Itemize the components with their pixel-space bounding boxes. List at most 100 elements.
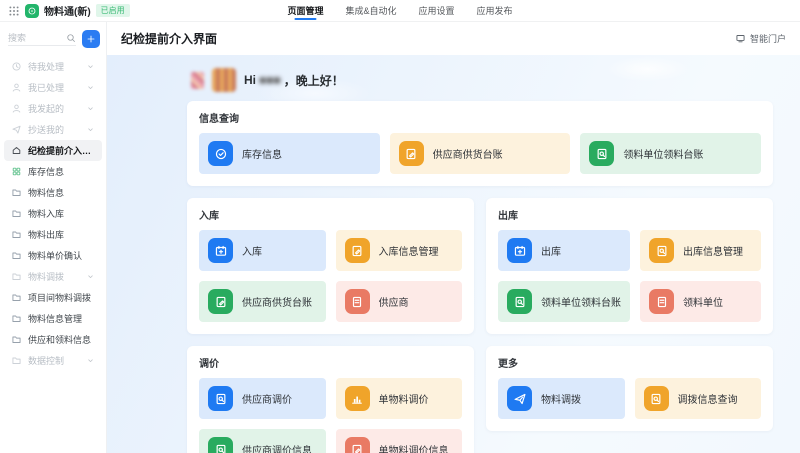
tile-单物料调价[interactable]: 单物料调价 (336, 378, 463, 419)
top-tab[interactable]: 应用发布 (477, 0, 513, 21)
tile-库存信息[interactable]: 库存信息 (199, 133, 380, 174)
sidebar-item-label: 纪检提前介入界面 (28, 144, 95, 157)
tile-物料调拨[interactable]: 物料调拨 (498, 378, 625, 419)
sidebar-item[interactable]: 供应和领料信息 (4, 329, 102, 350)
app-status-badge: 已启用 (96, 4, 130, 17)
sidebar-item[interactable]: 数据控制 (4, 350, 102, 371)
content-area: Hi■■■，晚上好！ 信息查询库存信息供应商供货台账领料单位领料台账入库入库入库… (107, 55, 800, 453)
top-tab[interactable]: 应用设置 (419, 0, 455, 21)
doc-search-icon (507, 289, 532, 314)
card-title: 更多 (498, 355, 761, 370)
tile-label: 入库信息管理 (379, 243, 439, 258)
card-更多: 更多物料调拨调拨信息查询 (486, 346, 773, 431)
plane-icon (507, 386, 532, 411)
doc-search-icon (649, 238, 674, 263)
sidebar-item-label: 抄送我的 (28, 123, 64, 136)
sidebar-item[interactable]: 物料调拨 (4, 266, 102, 287)
top-bar: 物料通(新) 已启用 页面管理 集成&自动化 应用设置 应用发布 (0, 0, 800, 22)
chevron-down-icon (86, 104, 95, 113)
sidebar-item-label: 待我处理 (28, 60, 64, 73)
sidebar-item-label: 物料调拨 (28, 270, 64, 283)
sidebar-header (0, 22, 106, 54)
tile-label: 入库 (242, 243, 262, 258)
clock-icon (11, 61, 22, 72)
search-input[interactable] (8, 33, 66, 43)
grid-icon (11, 166, 22, 177)
tile-grid: 出库 出库信息管理领料单位领料台账 领料单位 (498, 230, 761, 322)
tile-label: 出库信息管理 (683, 243, 743, 258)
page-title: 纪检提前介入界面 (121, 30, 217, 47)
chevron-down-icon (86, 272, 95, 281)
tile-供应商供货台账[interactable]: 供应商供货台账 (199, 281, 326, 322)
sidebar-item-list: 待我处理我已处理我发起的抄送我的纪检提前介入界面库存信息物料信息物料入库物料出库… (0, 54, 106, 373)
sidebar-item[interactable]: 物料信息管理 (4, 308, 102, 329)
tile-label: 出库 (541, 243, 561, 258)
sidebar-item-label: 物料出库 (28, 228, 64, 241)
tile-label: 领料单位 (683, 294, 723, 309)
user-icon (11, 103, 22, 114)
tile-供应商供货台账[interactable]: 供应商供货台账 (390, 133, 571, 174)
app-identity: 物料通(新) 已启用 (8, 3, 130, 18)
portal-link[interactable]: 智能门户 (735, 32, 786, 45)
tile-领料单位领料台账[interactable]: 领料单位领料台账 (498, 281, 630, 322)
sidebar-item[interactable]: 物料单价确认 (4, 245, 102, 266)
folder-icon (11, 187, 22, 198)
sidebar-item-label: 项目间物料调拨 (28, 291, 91, 304)
card-出库: 出库出库出库信息管理领料单位领料台账领料单位 (486, 198, 773, 334)
cards-grid: 信息查询库存信息供应商供货台账领料单位领料台账入库入库入库信息管理供应商供货台账… (187, 101, 773, 453)
top-nav-tabs: 页面管理 集成&自动化 应用设置 应用发布 (287, 0, 512, 21)
tile-入库[interactable]: 入库 (199, 230, 326, 271)
doc-lines-icon (345, 289, 370, 314)
card-title: 入库 (199, 207, 462, 222)
tile-出库信息管理[interactable]: 出库信息管理 (640, 230, 761, 271)
tile-入库信息管理[interactable]: 入库信息管理 (336, 230, 463, 271)
chevron-down-icon (86, 83, 95, 92)
chevron-down-icon (86, 125, 95, 134)
tile-供应商[interactable]: 供应商 (336, 281, 463, 322)
user-icon (11, 82, 22, 93)
tile-出库[interactable]: 出库 (498, 230, 630, 271)
sidebar-item[interactable]: 抄送我的 (4, 119, 102, 140)
folder-icon (11, 292, 22, 303)
tile-单物料调价信息[interactable]: 单物料调价信息 (336, 429, 463, 453)
send-icon (11, 124, 22, 135)
sidebar-item[interactable]: 物料出库 (4, 224, 102, 245)
folder-icon (11, 229, 22, 240)
tile-供应商调价[interactable]: 供应商调价 (199, 378, 326, 419)
sidebar-item-label: 物料信息 (28, 186, 64, 199)
sidebar: 待我处理我已处理我发起的抄送我的纪检提前介入界面库存信息物料信息物料入库物料出库… (0, 22, 107, 453)
chevron-down-icon (86, 356, 95, 365)
doc-search-icon (208, 437, 233, 453)
add-page-button[interactable] (82, 30, 100, 48)
sidebar-item[interactable]: 物料信息 (4, 182, 102, 203)
app-name: 物料通(新) (44, 3, 91, 18)
tile-领料单位[interactable]: 领料单位 (640, 281, 761, 322)
tile-领料单位领料台账[interactable]: 领料单位领料台账 (580, 133, 761, 174)
sidebar-item[interactable]: 项目间物料调拨 (4, 287, 102, 308)
tile-label: 供应商供货台账 (433, 146, 503, 161)
waffle-menu-icon[interactable] (8, 5, 20, 17)
sidebar-item[interactable]: 纪检提前介入界面 (4, 140, 102, 161)
tile-label: 单物料调价 (379, 391, 429, 406)
card-title: 出库 (498, 207, 761, 222)
top-tab[interactable]: 页面管理 (287, 0, 323, 21)
sidebar-item[interactable]: 待我处理 (4, 56, 102, 77)
greeting-banner: Hi■■■，晚上好！ (191, 64, 773, 96)
doc-edit-icon (399, 141, 424, 166)
doc-lines-icon (649, 289, 674, 314)
card-调价: 调价供应商调价单物料调价供应商调价信息单物料调价信息 (187, 346, 474, 453)
tile-调拨信息查询[interactable]: 调拨信息查询 (635, 378, 762, 419)
sidebar-item[interactable]: 库存信息 (4, 161, 102, 182)
doc-search-icon (208, 386, 233, 411)
tile-供应商调价信息[interactable]: 供应商调价信息 (199, 429, 326, 453)
sidebar-item[interactable]: 我发起的 (4, 98, 102, 119)
folder-icon (11, 208, 22, 219)
sidebar-item[interactable]: 我已处理 (4, 77, 102, 98)
sidebar-item-label: 数据控制 (28, 354, 64, 367)
top-tab[interactable]: 集成&自动化 (345, 0, 396, 21)
sidebar-item[interactable]: 物料入库 (4, 203, 102, 224)
folder-icon (11, 355, 22, 366)
tile-label: 单物料调价信息 (379, 442, 449, 453)
sidebar-item-label: 供应和领料信息 (28, 333, 91, 346)
tile-label: 供应商供货台账 (242, 294, 312, 309)
